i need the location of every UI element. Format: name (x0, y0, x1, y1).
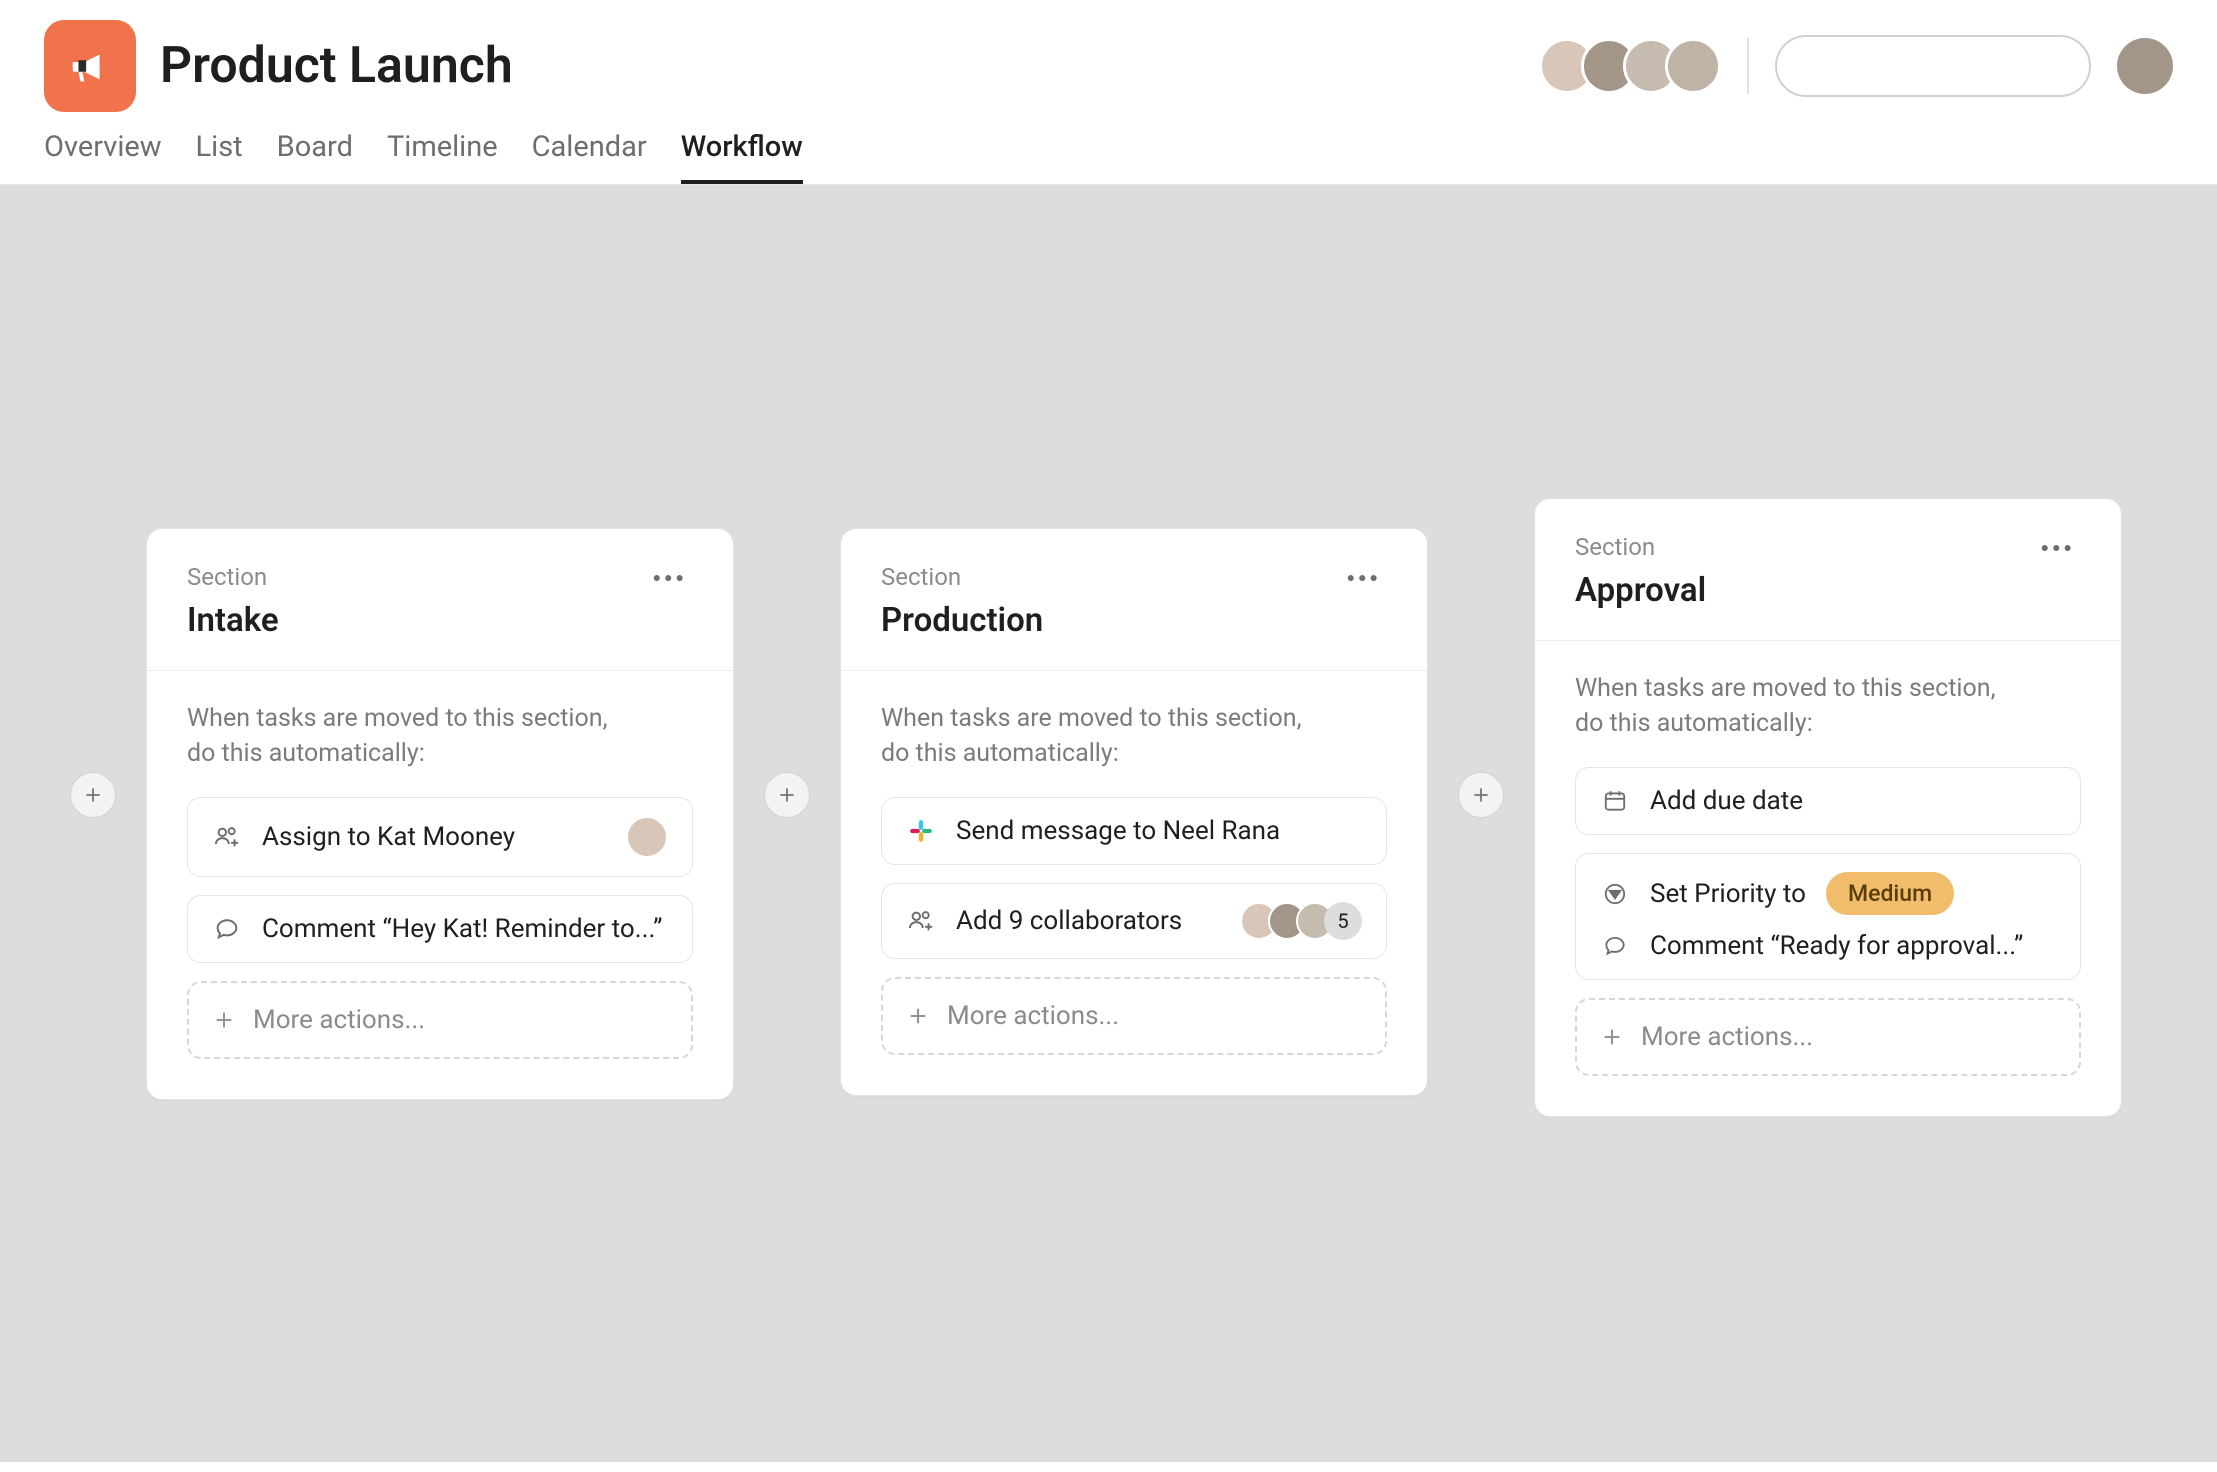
search-input[interactable] (1813, 53, 2101, 79)
plus-icon (213, 1009, 235, 1031)
project-icon (44, 20, 136, 112)
section-name: Approval (1575, 571, 1706, 610)
rule-text: Set Priority to (1650, 879, 1806, 909)
more-actions-label: More actions... (947, 1001, 1119, 1031)
rule-text: Comment “Ready for approval...” (1650, 931, 2023, 961)
section-card-intake: Section Intake ●●● When tasks are moved … (146, 528, 734, 1100)
plus-icon (83, 785, 103, 805)
more-actions-button[interactable]: More actions... (1575, 998, 2081, 1076)
plus-icon (777, 785, 797, 805)
add-section-button[interactable] (1458, 772, 1504, 818)
section-menu-button[interactable]: ●●● (1341, 563, 1387, 592)
workflow-canvas[interactable]: Section Intake ●●● When tasks are moved … (0, 185, 2217, 1462)
section-menu-button[interactable]: ●●● (647, 563, 693, 592)
slack-icon (906, 816, 936, 846)
assign-icon (212, 822, 242, 852)
search-box[interactable] (1775, 35, 2091, 97)
avatar-group: 5 (1240, 902, 1362, 940)
rule-text: Add due date (1650, 786, 2056, 816)
avatar-overflow-count: 5 (1324, 902, 1362, 940)
section-label: Section (881, 563, 1043, 591)
priority-badge: Medium (1826, 872, 1954, 915)
more-actions-button[interactable]: More actions... (881, 977, 1387, 1055)
rule-comment[interactable]: Comment “Hey Kat! Reminder to...” (187, 895, 693, 963)
plus-icon (1601, 1026, 1623, 1048)
tab-calendar[interactable]: Calendar (532, 130, 647, 184)
avatar (626, 816, 668, 858)
more-actions-button[interactable]: More actions... (187, 981, 693, 1059)
collaborators-icon (906, 906, 936, 936)
avatar[interactable] (1665, 38, 1721, 94)
section-label: Section (1575, 533, 1706, 561)
current-user-avatar[interactable] (2117, 38, 2173, 94)
calendar-icon (1600, 786, 1630, 816)
tab-list[interactable]: List (196, 130, 243, 184)
add-section-button[interactable] (764, 772, 810, 818)
section-label: Section (187, 563, 279, 591)
priority-icon (1600, 879, 1630, 909)
divider (1747, 38, 1749, 94)
rule-text: Add 9 collaborators (956, 906, 1220, 936)
rule-due-date[interactable]: Add due date (1575, 767, 2081, 835)
rule-text: Comment “Hey Kat! Reminder to...” (262, 914, 668, 944)
rule-assign[interactable]: Assign to Kat Mooney (187, 797, 693, 877)
trigger-text: When tasks are moved to this section,do … (1575, 671, 2081, 741)
plus-icon (1471, 785, 1491, 805)
tab-workflow[interactable]: Workflow (681, 130, 803, 184)
trigger-text: When tasks are moved to this section,do … (881, 701, 1387, 771)
comment-icon (1600, 931, 1630, 961)
section-name: Intake (187, 601, 279, 640)
section-name: Production (881, 601, 1043, 640)
more-actions-label: More actions... (253, 1005, 425, 1035)
tabs: Overview List Board Timeline Calendar Wo… (44, 130, 2173, 184)
rule-text: Send message to Neel Rana (956, 816, 1362, 846)
tab-overview[interactable]: Overview (44, 130, 162, 184)
rule-collaborators[interactable]: Add 9 collaborators 5 (881, 883, 1387, 959)
section-menu-button[interactable]: ●●● (2035, 533, 2081, 562)
plus-icon (907, 1005, 929, 1027)
member-avatars[interactable] (1539, 38, 1721, 94)
header: Product Launch Overview (0, 0, 2217, 185)
more-actions-label: More actions... (1641, 1022, 1813, 1052)
page-title: Product Launch (160, 37, 1515, 95)
section-card-production: Section Production ●●● When tasks are mo… (840, 528, 1428, 1096)
megaphone-icon (67, 43, 113, 89)
rule-priority-comment[interactable]: Set Priority to Medium Comment “Ready fo… (1575, 853, 2081, 980)
rule-text: Assign to Kat Mooney (262, 822, 606, 852)
comment-icon (212, 914, 242, 944)
rule-slack[interactable]: Send message to Neel Rana (881, 797, 1387, 865)
tab-board[interactable]: Board (277, 130, 353, 184)
tab-timeline[interactable]: Timeline (387, 130, 498, 184)
trigger-text: When tasks are moved to this section,do … (187, 701, 693, 771)
section-card-approval: Section Approval ●●● When tasks are move… (1534, 498, 2122, 1117)
add-section-button[interactable] (70, 772, 116, 818)
